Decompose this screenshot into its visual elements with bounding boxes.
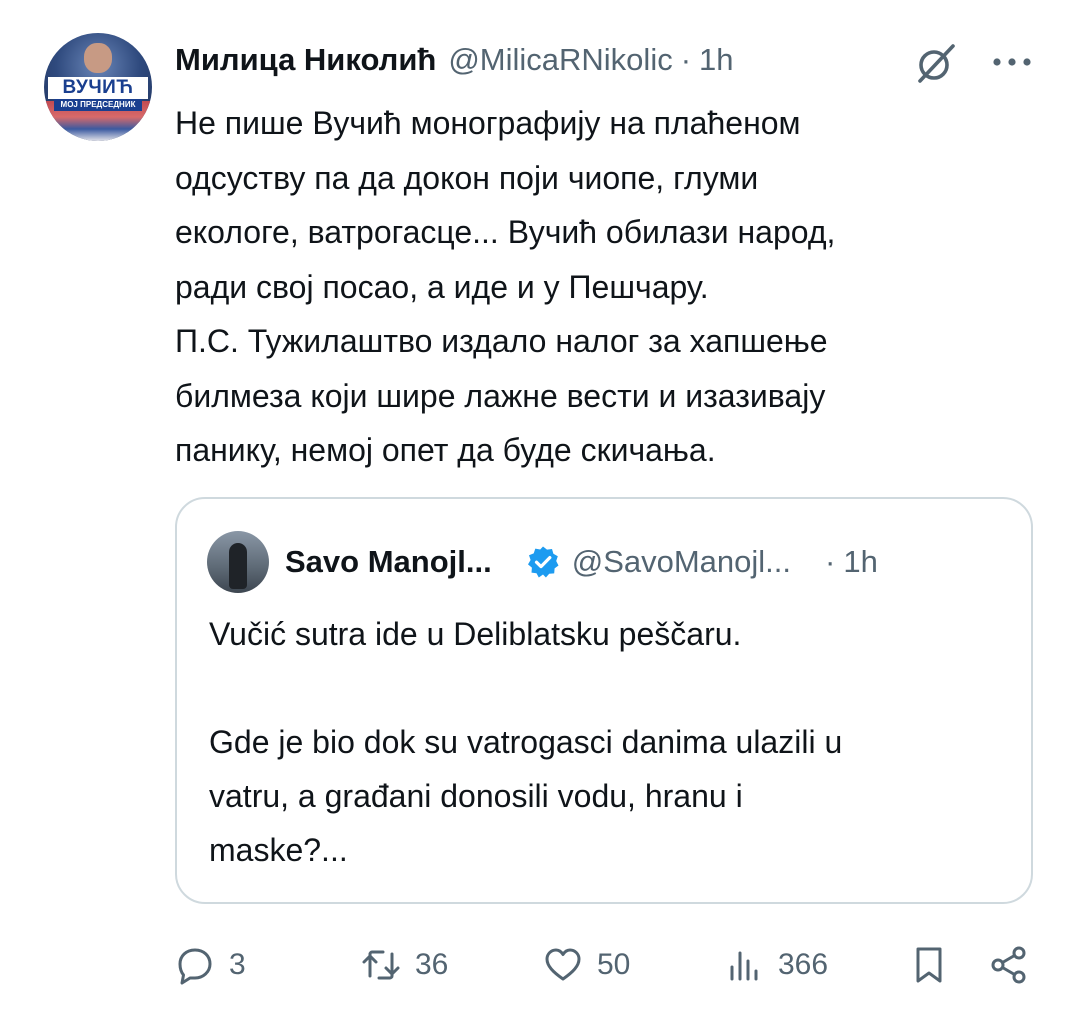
- more-options-icon[interactable]: [990, 50, 1034, 74]
- share-button[interactable]: [989, 938, 1029, 992]
- avatar-subbanner-text: МОЈ ПРЕДСЕДНИК: [54, 99, 142, 111]
- reply-icon: [178, 948, 212, 985]
- quoted-text-line: Gde je bio dok su vatrogasci danima ulaz…: [209, 724, 843, 760]
- avatar-banner-text: ВУЧИЋ: [48, 77, 148, 99]
- tweet-text-line: Не пише Вучић монографију на плаћеном: [175, 105, 801, 141]
- quoted-author-avatar[interactable]: [207, 531, 269, 593]
- author-name[interactable]: Милица Николић: [175, 42, 436, 78]
- avatar-face: [84, 43, 112, 73]
- tweet-text-line: одсуству па да докон поји чиопе, глуми: [175, 159, 759, 196]
- tweet-body: Не пише Вучић монографију на плаћеном од…: [175, 96, 1035, 478]
- avatar-figure: [229, 543, 247, 589]
- header-separator: ·: [680, 42, 692, 77]
- verified-badge-icon: [527, 546, 559, 578]
- tweet-text-line: панику, немој опет да буде скичања.: [175, 432, 716, 468]
- bookmark-icon: [916, 947, 942, 983]
- quoted-paragraph: Vučić sutra ide u Deliblatsku peščaru.: [209, 616, 742, 652]
- tweet-text-line: ради свој посао, а иде и у Пешчару.: [175, 268, 709, 305]
- reply-count: 3: [229, 948, 246, 981]
- retweet-count: 36: [415, 948, 449, 981]
- views-count: 366: [778, 948, 829, 981]
- quoted-tweet-card[interactable]: Savo Manojl... @SavoManojl... · 1h Vučić…: [175, 497, 1033, 904]
- views-icon: [730, 951, 758, 981]
- author-handle[interactable]: @MilicaRNikolic: [448, 42, 672, 78]
- retweet-icon: [362, 950, 400, 980]
- views-button[interactable]: 366: [724, 938, 828, 992]
- quoted-text-line: maske?...: [209, 832, 348, 868]
- quoted-author-name[interactable]: Savo Manojl...: [285, 544, 492, 580]
- quoted-tweet-timestamp[interactable]: 1h: [843, 544, 877, 580]
- grok-icon[interactable]: [913, 40, 959, 86]
- author-avatar[interactable]: ВУЧИЋ МОЈ ПРЕДСЕДНИК: [44, 33, 152, 141]
- like-count: 50: [597, 948, 631, 981]
- share-icon: [991, 946, 1026, 984]
- retweet-button[interactable]: 36: [361, 938, 448, 992]
- tweet-header: Милица Николић @MilicaRNikolic · 1h: [175, 38, 734, 82]
- tweet-text-line: П.С. Тужилаштво издало налог за хапшење: [175, 323, 828, 359]
- quoted-author-handle[interactable]: @SavoManojl...: [572, 544, 791, 580]
- quoted-text-line: vatru, a građani donosili vodu, hranu i: [209, 778, 743, 814]
- quoted-tweet-header: Savo Manojl... @SavoManojl... · 1h: [285, 537, 1001, 587]
- tweet-timestamp[interactable]: 1h: [699, 42, 733, 78]
- reply-button[interactable]: 3: [175, 938, 246, 992]
- quoted-tweet-body: Vučić sutra ide u Deliblatsku peščaru. G…: [209, 607, 1009, 877]
- tweet-text-line: екологе, ватрогасце... Вучић обилази нар…: [175, 214, 836, 250]
- bookmark-button[interactable]: [909, 938, 949, 992]
- tweet-text-line: билмеза који шире лажне вести и изазивај…: [175, 377, 826, 414]
- like-button[interactable]: 50: [543, 938, 630, 992]
- action-bar: 3 36 50 366: [175, 938, 1035, 992]
- heart-icon: [545, 948, 581, 981]
- quoted-header-separator: ·: [825, 544, 836, 579]
